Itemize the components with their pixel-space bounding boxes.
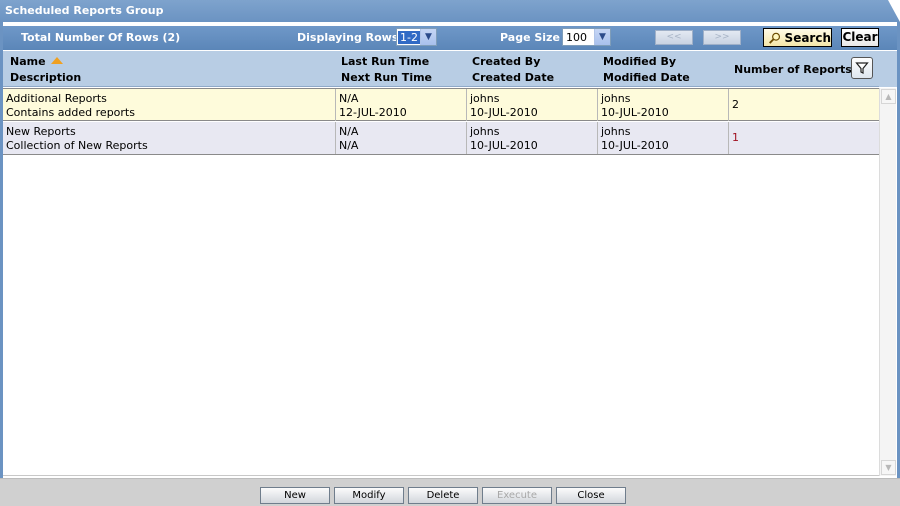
name-cell: New Reports Collection of New Reports — [3, 122, 336, 154]
row-created-by: johns — [470, 125, 500, 138]
row-last-run: N/A — [339, 125, 359, 138]
last-run-header-label: Last Run Time — [341, 55, 430, 68]
displaying-rows-select[interactable]: 1-2 ▼ — [396, 28, 437, 46]
grid-body: Additional Reports Contains added report… — [3, 88, 879, 476]
total-rows-label: Total Number Of Rows (2) — [21, 31, 181, 44]
num-reports-cell: 1 — [732, 131, 739, 144]
run-time-cell: N/A 12-JUL-2010 — [336, 89, 467, 121]
table-row[interactable]: New Reports Collection of New Reports N/… — [3, 122, 879, 155]
filter-icon — [855, 62, 869, 74]
row-modified-date: 10-JUL-2010 — [601, 139, 669, 152]
page-size-label: Page Size — [500, 31, 560, 44]
modified-cell: johns 10-JUL-2010 — [598, 89, 729, 121]
new-button[interactable]: New — [260, 487, 330, 504]
chevron-down-icon[interactable]: ▼ — [594, 29, 610, 45]
num-reports-cell: 2 — [732, 98, 739, 111]
row-next-run: 12-JUL-2010 — [339, 106, 407, 119]
description-header-label: Description — [10, 71, 82, 84]
page-size-select[interactable]: 100 ▼ — [562, 28, 611, 46]
row-created-date: 10-JUL-2010 — [470, 139, 538, 152]
name-cell: Additional Reports Contains added report… — [3, 89, 336, 121]
row-created-by: johns — [470, 92, 500, 105]
sort-ascending-icon — [50, 57, 63, 64]
num-reports-column-header[interactable]: Number of Reports — [734, 62, 852, 78]
row-name: Additional Reports — [6, 92, 107, 105]
name-header-label: Name — [10, 55, 46, 68]
created-by-header-label: Created By — [472, 55, 541, 68]
page-size-value: 100 — [566, 30, 587, 44]
header-scroll-spacer — [879, 51, 897, 87]
created-column-header[interactable]: Created By Created Date — [472, 54, 554, 86]
modified-column-header[interactable]: Modified By Modified Date — [603, 54, 690, 86]
row-created-date: 10-JUL-2010 — [470, 106, 538, 119]
delete-button[interactable]: Delete — [408, 487, 478, 504]
scroll-up-icon[interactable]: ▲ — [881, 89, 896, 104]
search-button-label: Search — [784, 30, 831, 45]
created-date-header-label: Created Date — [472, 71, 555, 84]
footer-bar: New Modify Delete Execute Close — [0, 478, 900, 506]
table-row[interactable]: Additional Reports Contains added report… — [3, 88, 879, 121]
filter-button[interactable] — [851, 57, 873, 79]
row-modified-by: johns — [601, 92, 631, 105]
run-time-cell: N/A N/A — [336, 122, 467, 154]
clear-button[interactable]: Clear — [841, 28, 879, 47]
row-name: New Reports — [6, 125, 76, 138]
created-cell: johns 10-JUL-2010 — [467, 89, 598, 121]
run-time-column-header[interactable]: Last Run Time Next Run Time — [341, 54, 432, 86]
chevron-down-icon[interactable]: ▼ — [420, 29, 436, 45]
row-description: Contains added reports — [6, 106, 135, 119]
row-description: Collection of New Reports — [6, 139, 148, 152]
window-title: Scheduled Reports Group — [0, 0, 900, 22]
row-modified-by: johns — [601, 125, 631, 138]
close-button[interactable]: Close — [556, 487, 626, 504]
row-last-run: N/A — [339, 92, 359, 105]
displaying-rows-label: Displaying Rows — [297, 31, 399, 44]
created-cell: johns 10-JUL-2010 — [467, 122, 598, 154]
modify-button[interactable]: Modify — [334, 487, 404, 504]
vertical-scrollbar[interactable]: ▲ ▼ — [879, 88, 896, 476]
displaying-rows-value: 1-2 — [398, 30, 420, 44]
grid-header: Name Description Last Run Time Next Run … — [3, 51, 897, 87]
scroll-down-icon[interactable]: ▼ — [881, 460, 896, 475]
modified-cell: johns 10-JUL-2010 — [598, 122, 729, 154]
magnifier-icon — [769, 32, 781, 44]
row-next-run: N/A — [339, 139, 359, 152]
grid-toolbar: Total Number Of Rows (2) Displaying Rows… — [3, 26, 897, 50]
name-column-header[interactable]: Name Description — [10, 54, 81, 86]
search-button[interactable]: Search — [763, 28, 832, 47]
execute-button[interactable]: Execute — [482, 487, 552, 504]
previous-page-button[interactable]: << — [655, 30, 693, 45]
row-modified-date: 10-JUL-2010 — [601, 106, 669, 119]
next-run-header-label: Next Run Time — [341, 71, 433, 84]
modified-date-header-label: Modified Date — [603, 71, 690, 84]
modified-by-header-label: Modified By — [603, 55, 677, 68]
next-page-button[interactable]: >> — [703, 30, 741, 45]
